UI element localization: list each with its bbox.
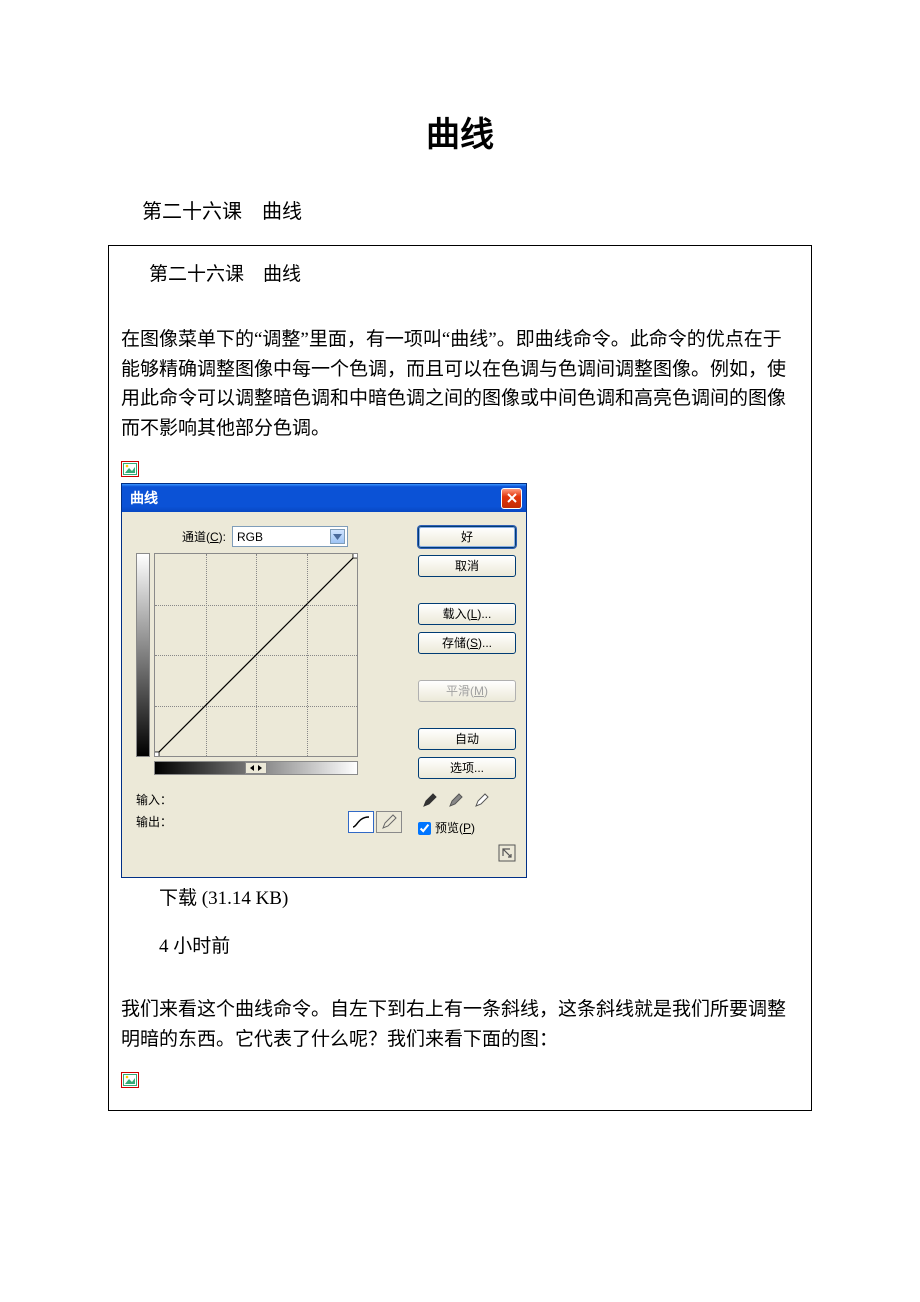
auto-button[interactable]: 自动 bbox=[418, 728, 516, 750]
options-button[interactable]: 选项... bbox=[418, 757, 516, 779]
input-label: 输入： bbox=[136, 791, 172, 809]
doc-title: 曲线 bbox=[108, 110, 812, 161]
output-label: 输出： bbox=[136, 813, 172, 831]
download-info: 下载 (31.14 KB) bbox=[159, 884, 799, 913]
time-info: 4 小时前 bbox=[159, 932, 799, 961]
cancel-button[interactable]: 取消 bbox=[418, 555, 516, 577]
channel-select[interactable]: RGB bbox=[232, 526, 348, 547]
curve-grid[interactable] bbox=[154, 553, 358, 757]
white-eyedropper-icon[interactable] bbox=[474, 792, 490, 808]
load-button[interactable]: 载入(L)... bbox=[418, 603, 516, 625]
missing-image-icon bbox=[121, 461, 139, 477]
black-eyedropper-icon[interactable] bbox=[422, 792, 438, 808]
curves-dialog: 曲线 通道(C): RGB bbox=[121, 483, 527, 878]
save-button[interactable]: 存储(S)... bbox=[418, 632, 516, 654]
ok-button[interactable]: 好 bbox=[418, 526, 516, 548]
preview-checkbox[interactable] bbox=[418, 822, 431, 835]
close-button[interactable] bbox=[501, 488, 522, 509]
content-box: 第二十六课 曲线 在图像菜单下的“调整”里面，有一项叫“曲线”。即曲线命令。此命… bbox=[108, 245, 812, 1111]
dialog-titlebar: 曲线 bbox=[122, 484, 526, 512]
curve-point-tool[interactable] bbox=[348, 811, 374, 833]
channel-value: RGB bbox=[237, 528, 263, 546]
missing-image-icon bbox=[121, 1072, 139, 1088]
x-mid-toggle[interactable] bbox=[245, 762, 267, 774]
lesson-heading: 第二十六课 曲线 bbox=[142, 197, 812, 227]
gray-eyedropper-icon[interactable] bbox=[448, 792, 464, 808]
x-axis-gradient bbox=[154, 761, 358, 775]
paragraph-1: 在图像菜单下的“调整”里面，有一项叫“曲线”。即曲线命令。此命令的优点在于能够精… bbox=[121, 325, 799, 443]
eyedropper-row bbox=[418, 792, 516, 808]
channel-label: 通道(C): bbox=[182, 528, 226, 546]
y-axis-gradient bbox=[136, 553, 150, 757]
chevron-down-icon bbox=[330, 529, 345, 544]
expand-icon[interactable] bbox=[498, 844, 516, 867]
paragraph-2: 我们来看这个曲线命令。自左下到右上有一条斜线，这条斜线就是我们所要调整明暗的东西… bbox=[121, 995, 799, 1054]
smooth-button: 平滑(M) bbox=[418, 680, 516, 702]
sub-heading: 第二十六课 曲线 bbox=[149, 260, 799, 289]
dialog-title: 曲线 bbox=[130, 488, 158, 509]
pencil-tool[interactable] bbox=[376, 811, 402, 833]
preview-label: 预览(P) bbox=[435, 819, 475, 837]
